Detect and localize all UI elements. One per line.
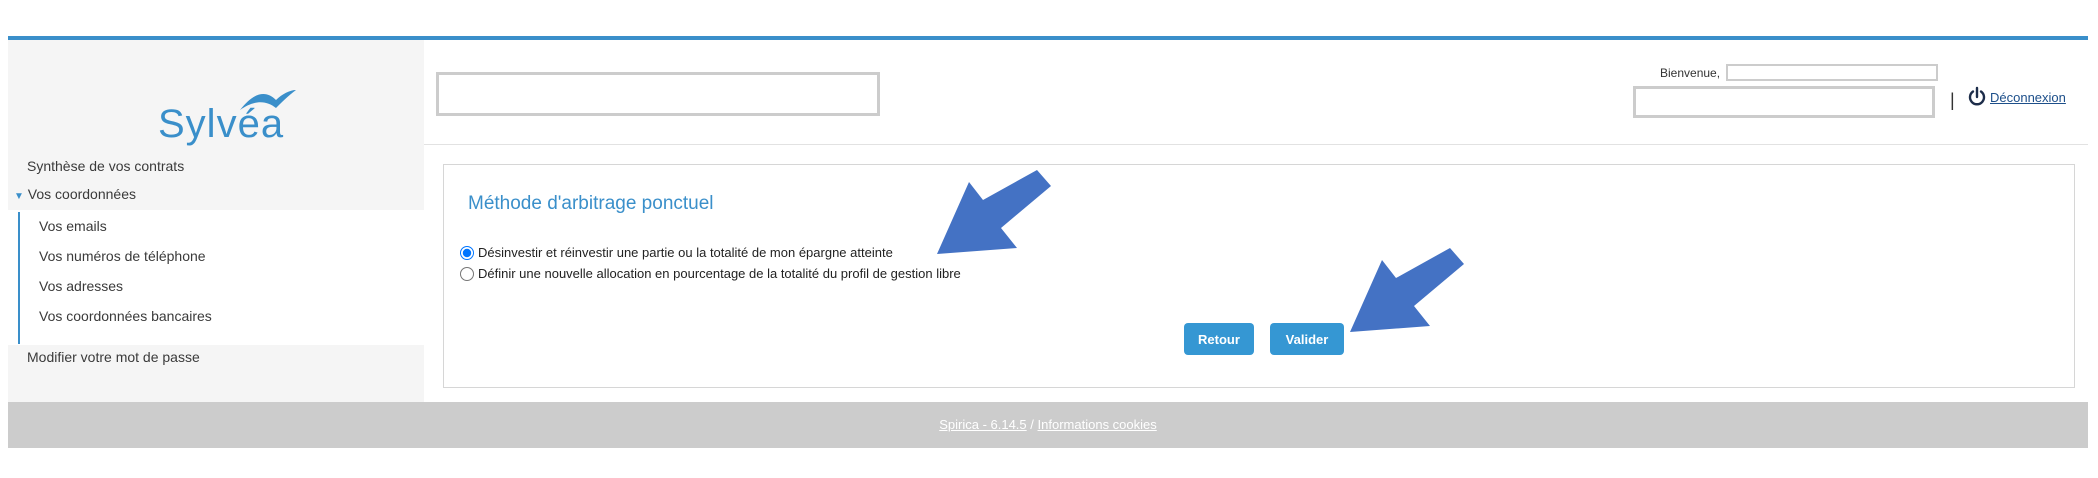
- sidebar-item-contracts[interactable]: Synthèse de vos contrats: [27, 158, 184, 174]
- option-label: Désinvestir et réinvestir une partie ou …: [478, 245, 893, 260]
- sidebar-item-label: Vos coordonnées: [27, 186, 136, 202]
- sidebar-item-label: Modifier votre mot de passe: [27, 349, 200, 365]
- sidebar-item-coordinates[interactable]: ▼ Vos coordonnées: [14, 186, 136, 202]
- header-placeholder-box: [436, 72, 880, 116]
- option-new-allocation[interactable]: Définir une nouvelle allocation en pourc…: [460, 266, 961, 281]
- sidebar-subitem-label: Vos numéros de téléphone: [39, 248, 206, 264]
- sidebar-item-addresses[interactable]: Vos adresses: [39, 278, 123, 294]
- version-link[interactable]: Spirica - 6.14.5: [939, 417, 1026, 432]
- option-label: Définir une nouvelle allocation en pourc…: [478, 266, 961, 281]
- footer-text: Spirica - 6.14.5 / Informations cookies: [8, 417, 2088, 432]
- annotation-arrow-submit: [1350, 248, 1464, 332]
- header-separator: |: [1950, 90, 1955, 110]
- sidebar-item-password[interactable]: Modifier votre mot de passe: [27, 349, 200, 365]
- header-divider: [424, 144, 2088, 145]
- page-title: Méthode d'arbitrage ponctuel: [468, 193, 714, 214]
- annotation-arrow-option: [937, 170, 1051, 254]
- cookies-link[interactable]: Informations cookies: [1038, 417, 1157, 432]
- user-info-box: [1633, 86, 1935, 118]
- back-button[interactable]: Retour: [1184, 323, 1254, 355]
- sidebar-item-emails[interactable]: Vos emails: [39, 218, 107, 234]
- arbitrage-panel: Méthode d'arbitrage ponctuel Désinvestir…: [443, 164, 2075, 388]
- option-reinvest-radio[interactable]: [460, 245, 474, 260]
- option-new-allocation-radio[interactable]: [460, 266, 474, 281]
- sidebar-subitem-label: Vos adresses: [39, 278, 124, 294]
- sidebar-subitem-label: Vos emails: [39, 218, 107, 234]
- sidebar: Sylvéa Synthèse de vos contrats ▼ Vos co…: [8, 40, 424, 402]
- sidebar-subitem-label: Vos coordonnées bancaires: [39, 308, 212, 324]
- welcome-label: Bienvenue,: [1660, 66, 1721, 80]
- username-box: [1726, 64, 1938, 81]
- logout-link[interactable]: Déconnexion: [1990, 90, 2066, 105]
- submit-button[interactable]: Valider: [1270, 323, 1344, 355]
- submenu-indicator: [18, 212, 20, 344]
- sidebar-item-bank[interactable]: Vos coordonnées bancaires: [39, 308, 212, 324]
- caret-down-icon: ▼: [14, 191, 24, 202]
- footer-separator: /: [1030, 417, 1034, 432]
- logo[interactable]: Sylvéa: [148, 68, 308, 146]
- footer: Spirica - 6.14.5 / Informations cookies: [8, 402, 2088, 448]
- bird-icon: [240, 90, 296, 110]
- power-icon[interactable]: [1966, 86, 1988, 108]
- option-reinvest[interactable]: Désinvestir et réinvestir une partie ou …: [460, 245, 893, 260]
- sidebar-item-phones[interactable]: Vos numéros de téléphone: [39, 248, 206, 264]
- sidebar-item-label: Synthèse de vos contrats: [27, 158, 185, 174]
